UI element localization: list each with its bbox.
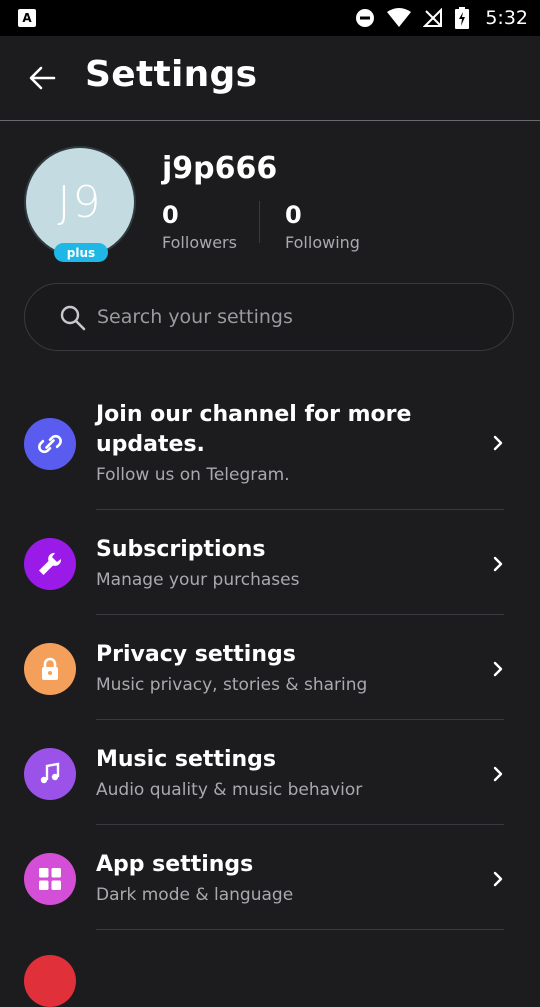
search-placeholder: Search your settings bbox=[97, 306, 293, 328]
list-item-title: App settings bbox=[96, 852, 254, 877]
followers-count: 0 bbox=[162, 201, 179, 229]
list-item-subtitle: Manage your purchases bbox=[96, 570, 300, 590]
following-stat[interactable]: 0 Following bbox=[285, 201, 360, 252]
followers-stat[interactable]: 0 Followers bbox=[162, 201, 237, 252]
list-item-telegram[interactable]: Join our channel for more updates. Follo… bbox=[0, 380, 540, 510]
list-item-subtitle: Follow us on Telegram. bbox=[96, 465, 290, 485]
chevron-right-icon bbox=[493, 435, 503, 451]
do-not-disturb-icon bbox=[356, 9, 375, 27]
chevron-right-icon bbox=[493, 661, 503, 677]
username: j9p666 bbox=[162, 151, 278, 186]
menu-icon-bg-partial bbox=[24, 955, 76, 1007]
followers-label: Followers bbox=[162, 233, 237, 252]
wifi-icon bbox=[387, 8, 412, 27]
status-time: 5:32 bbox=[485, 7, 528, 29]
avatar[interactable]: J9 bbox=[24, 146, 136, 258]
list-item-subtitle: Music privacy, stories & sharing bbox=[96, 675, 368, 695]
menu-icon-bg bbox=[24, 748, 76, 800]
lock-icon bbox=[42, 657, 58, 680]
divider bbox=[96, 929, 504, 930]
search-icon bbox=[60, 305, 86, 331]
list-item-app-settings[interactable]: App settings Dark mode & language bbox=[0, 825, 540, 930]
battery-icon bbox=[455, 7, 470, 29]
menu-icon-bg bbox=[24, 853, 76, 905]
list-item-title: Subscriptions bbox=[96, 537, 266, 562]
wrench-icon bbox=[39, 552, 62, 575]
search-input[interactable]: Search your settings bbox=[24, 283, 514, 351]
chevron-right-icon bbox=[493, 766, 503, 782]
list-item-title: Join our channel for more updates. bbox=[96, 402, 412, 457]
status-bar: A 5:32 bbox=[0, 0, 540, 36]
music-note-icon bbox=[40, 762, 60, 784]
page-title: Settings bbox=[85, 54, 258, 95]
no-signal-icon bbox=[423, 8, 443, 27]
list-item-title: Privacy settings bbox=[96, 642, 296, 667]
list-item-subtitle: Dark mode & language bbox=[96, 885, 294, 905]
plus-badge: plus bbox=[54, 243, 108, 262]
app-bar: Settings bbox=[0, 36, 540, 121]
status-icons: 5:32 bbox=[355, 0, 528, 36]
chevron-right-icon bbox=[493, 556, 503, 572]
following-count: 0 bbox=[285, 201, 302, 229]
list-item-subscriptions[interactable]: Subscriptions Manage your purchases bbox=[0, 510, 540, 615]
back-button[interactable] bbox=[22, 58, 62, 98]
chevron-right-icon bbox=[493, 871, 503, 887]
list-item-privacy[interactable]: Privacy settings Music privacy, stories … bbox=[0, 615, 540, 720]
list-item-music[interactable]: Music settings Audio quality & music beh… bbox=[0, 720, 540, 825]
menu-icon-bg bbox=[24, 418, 76, 470]
stat-divider bbox=[259, 201, 260, 243]
following-label: Following bbox=[285, 233, 360, 252]
menu-icon-bg bbox=[24, 538, 76, 590]
list-item-title: Music settings bbox=[96, 747, 276, 772]
profile-section: J9 plus j9p666 0 Followers 0 Following bbox=[0, 121, 540, 281]
link-icon bbox=[38, 434, 62, 454]
list-item-subtitle: Audio quality & music behavior bbox=[96, 780, 363, 800]
grid-icon bbox=[39, 868, 61, 890]
a-letter-icon: A bbox=[18, 9, 36, 27]
arrow-left-icon bbox=[29, 66, 56, 90]
menu-icon-bg bbox=[24, 643, 76, 695]
